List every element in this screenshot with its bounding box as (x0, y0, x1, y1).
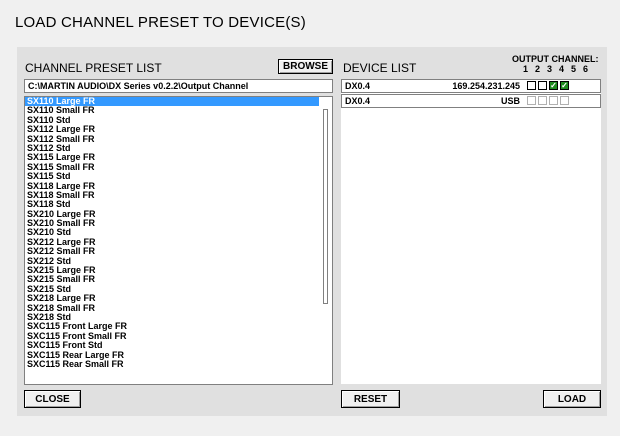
device-name: DX0.4 (345, 96, 371, 106)
output-channel-header: OUTPUT CHANNEL: (512, 54, 599, 64)
device-list-label: DEVICE LIST (343, 61, 417, 75)
preset-listbox[interactable]: SX110 Large FR SX110 Small FR SX110 Std SX1… (24, 96, 333, 385)
output-channel-3-checkbox[interactable]: ✓ (549, 81, 558, 90)
preset-list-label: CHANNEL PRESET LIST (25, 61, 162, 75)
reset-button[interactable]: RESET (341, 390, 400, 408)
preset-list-items: SX110 Large FR SX110 Small FR SX110 Std SX1… (25, 97, 320, 369)
output-channel-1-checkbox[interactable] (527, 81, 536, 90)
dialog-title: LOAD CHANNEL PRESET TO DEVICE(S) (15, 14, 306, 31)
output-channel-2-checkbox (538, 96, 547, 105)
device-name: DX0.4 (345, 81, 371, 91)
close-button[interactable]: CLOSE (24, 390, 81, 408)
output-channel-4-checkbox (560, 96, 569, 105)
channel-number-3: 3 (547, 64, 553, 74)
device-address: 169.254.231.245 (452, 81, 520, 91)
device-address: USB (500, 96, 520, 106)
output-channel-4-checkbox[interactable]: ✓ (560, 81, 569, 90)
scrollbar-thumb[interactable] (323, 109, 328, 304)
load-button[interactable]: LOAD (543, 390, 601, 408)
preset-list-item[interactable]: SXC115 Rear Small FR (25, 359, 320, 369)
channel-number-5: 5 (571, 64, 577, 74)
preset-path-field: C:\MARTIN AUDIO\DX Series v0.2.2\Output … (24, 79, 333, 93)
device-row[interactable]: DX0.4 USB (341, 94, 601, 108)
output-channel-1-checkbox (527, 96, 536, 105)
browse-button[interactable]: BROWSE (278, 59, 333, 74)
device-table: DX0.4 169.254.231.245 ✓ ✓ DX0.4 USB (341, 79, 601, 384)
channel-number-1: 1 (523, 64, 529, 74)
channel-number-4: 4 (559, 64, 565, 74)
channel-number-2: 2 (535, 64, 541, 74)
output-channel-3-checkbox (549, 96, 558, 105)
preset-list-scrollbar[interactable] (319, 97, 331, 384)
device-row[interactable]: DX0.4 169.254.231.245 ✓ ✓ (341, 79, 601, 93)
output-channel-2-checkbox[interactable] (538, 81, 547, 90)
channel-number-6: 6 (583, 64, 589, 74)
